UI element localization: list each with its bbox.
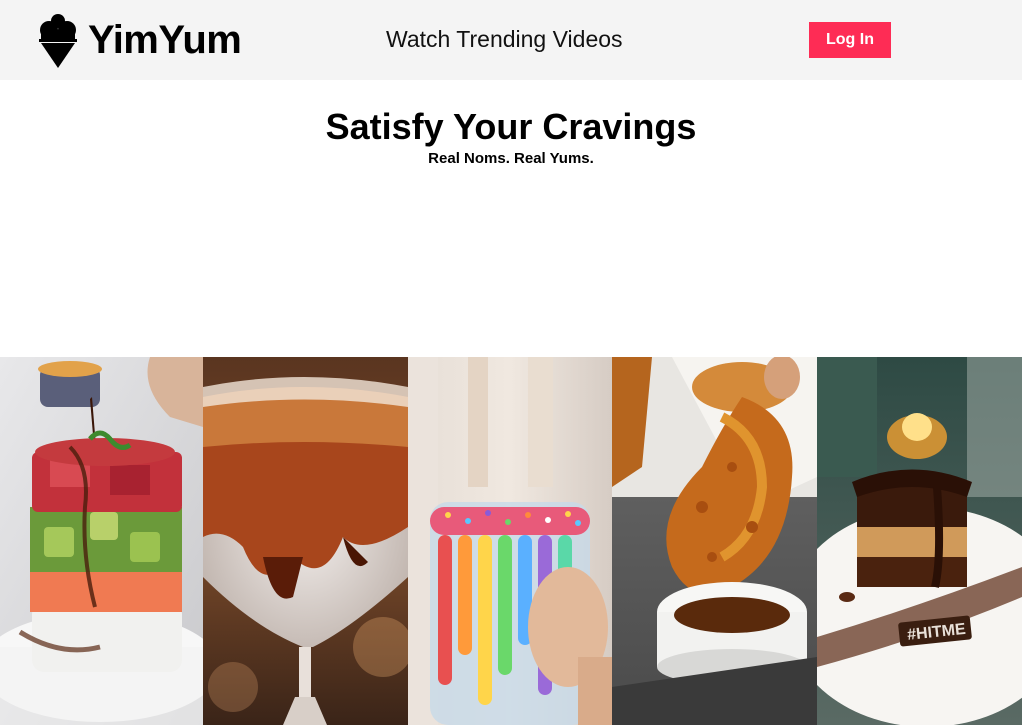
video-thumbnail-poke-tower[interactable]	[0, 357, 203, 725]
video-thumbnail-rainbow-shake[interactable]	[408, 357, 612, 725]
hero-subtitle: Real Noms. Real Yums.	[428, 150, 594, 167]
login-button[interactable]: Log In	[809, 22, 891, 58]
hero-title: Satisfy Your Cravings	[325, 106, 697, 147]
video-thumbnail-chocolate-cake[interactable]: #HITME	[817, 357, 1022, 725]
brand-logo[interactable]: YimYum	[38, 12, 242, 68]
video-thumbnail-strip: #HITME	[0, 357, 1022, 725]
ice-cream-cone-icon	[38, 12, 78, 68]
video-thumbnail-cocktail[interactable]	[203, 357, 408, 725]
video-thumbnail-fried-chicken[interactable]	[612, 357, 817, 725]
watch-trending-link[interactable]: Watch Trending Videos	[386, 26, 623, 53]
top-header: YimYum Watch Trending Videos Log In	[0, 0, 1022, 80]
brand-name: YimYum	[88, 18, 242, 62]
hero-section: Satisfy Your Cravings Real Noms. Real Yu…	[0, 106, 1022, 167]
